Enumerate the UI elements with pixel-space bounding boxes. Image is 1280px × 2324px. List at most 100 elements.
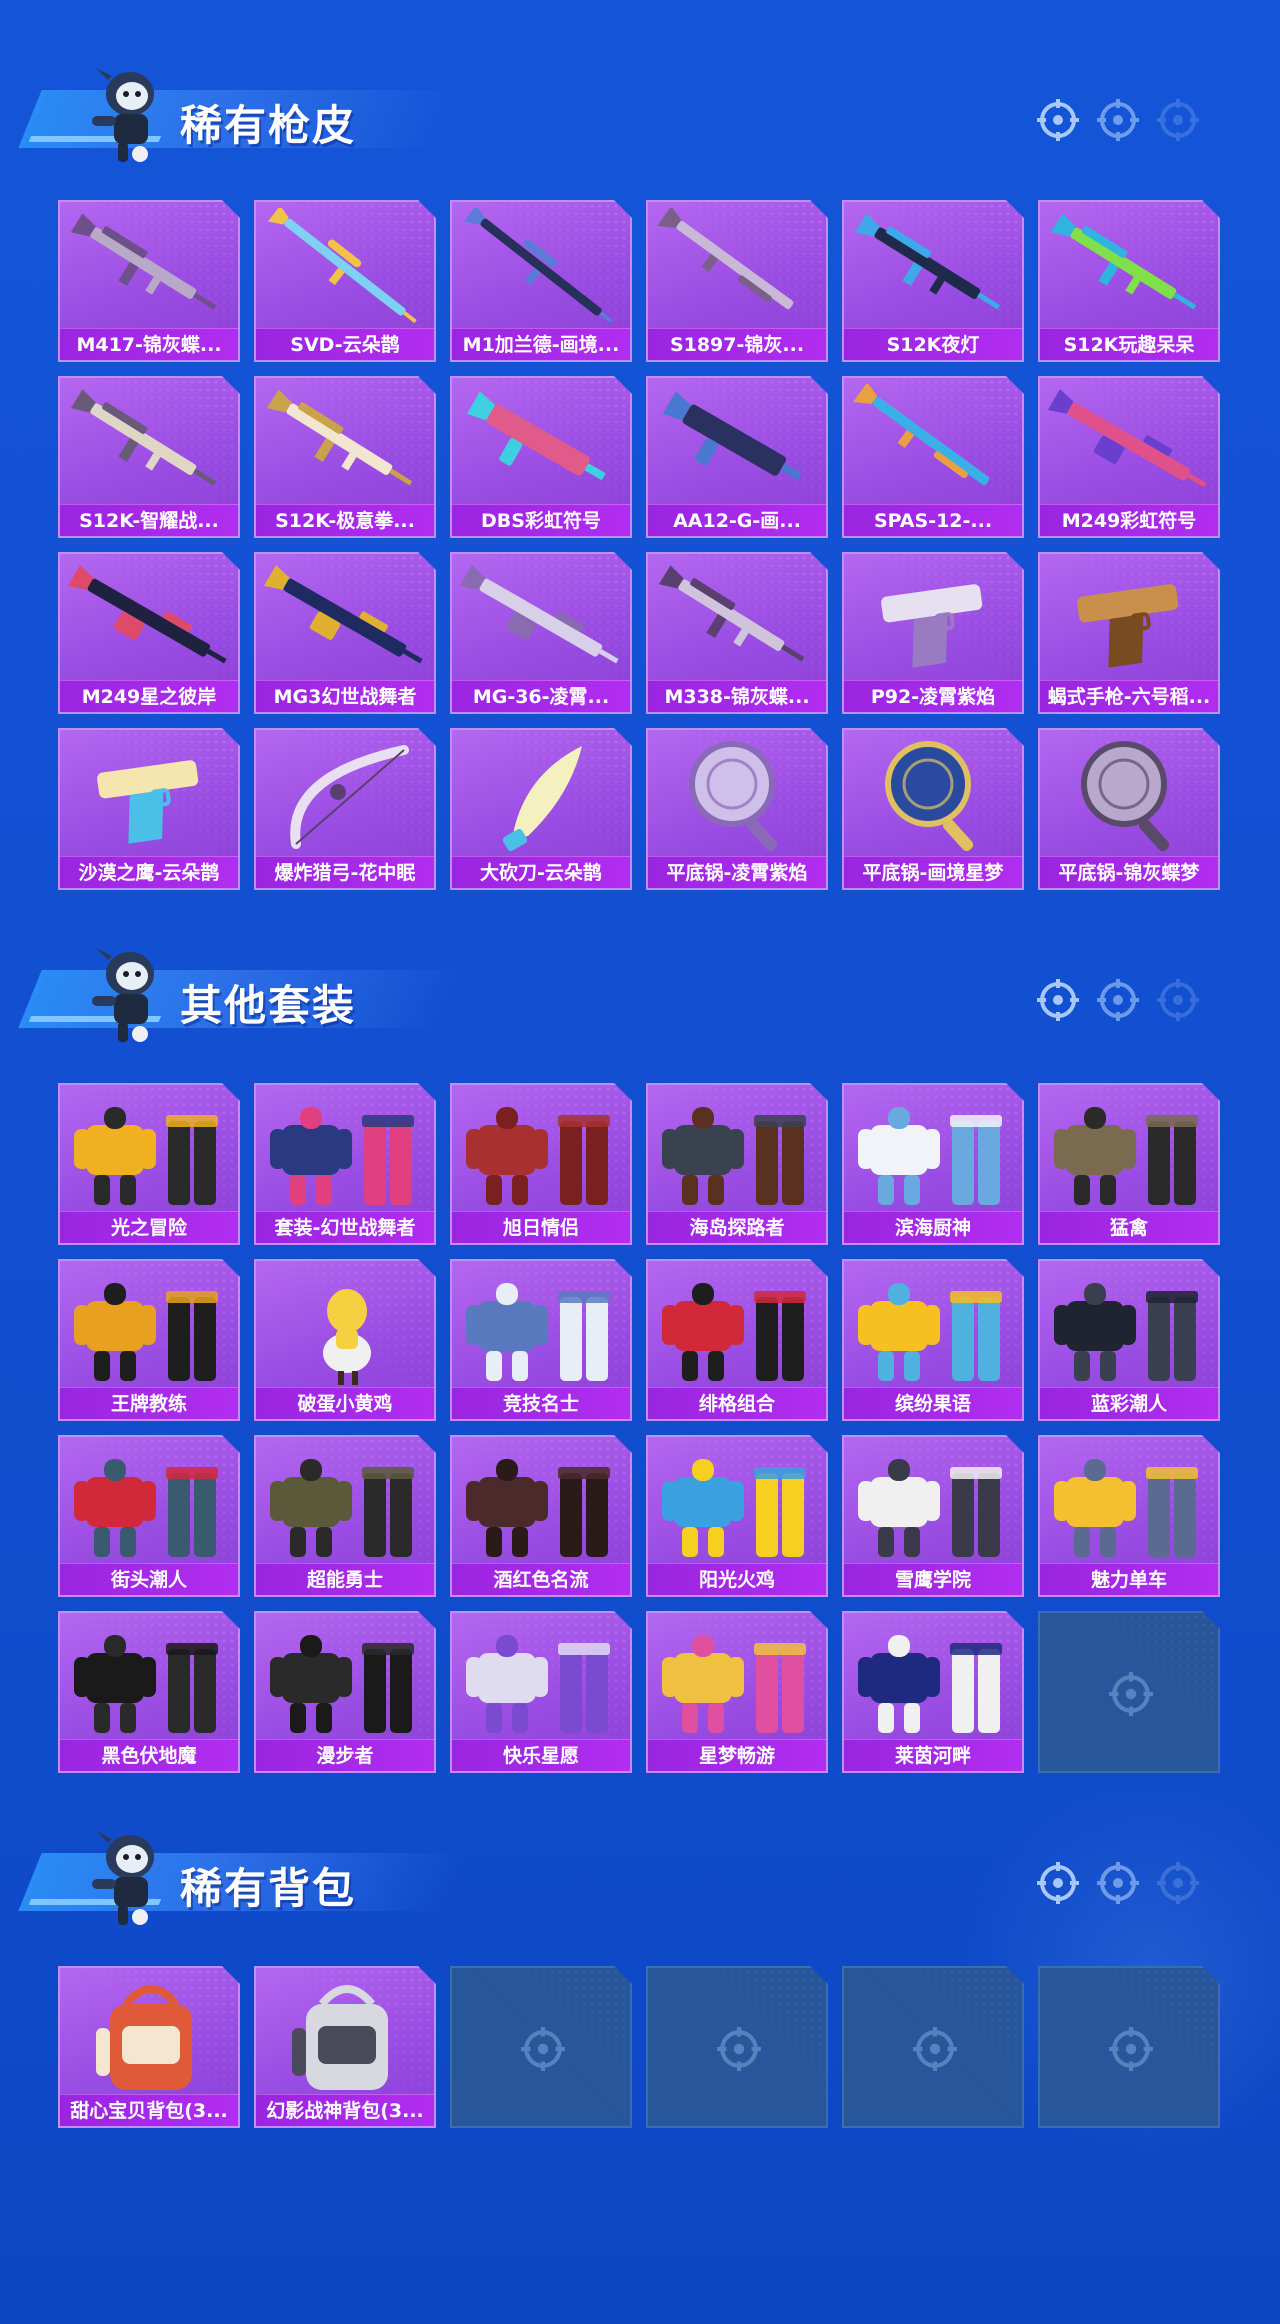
item-rifle-image [256, 384, 436, 502]
item-label: 平底锅-凌霄紫焰 [648, 856, 826, 888]
item-label: 快乐星愿 [452, 1739, 630, 1771]
item-outfit-image [648, 1443, 828, 1561]
item-card[interactable]: 破蛋小黄鸡 [254, 1259, 436, 1421]
item-outfit-image [452, 1091, 632, 1209]
item-shotgun-image [844, 384, 1024, 502]
item-pan-image [844, 736, 1024, 854]
item-label: 漫步者 [256, 1739, 434, 1771]
item-label: 阳光火鸡 [648, 1563, 826, 1595]
item-card[interactable]: M249星之彼岸 [58, 552, 240, 714]
item-card[interactable]: S1897-锦灰... [646, 200, 828, 362]
item-label: AA12-G-画... [648, 504, 826, 536]
item-label: 幻影战神背包(3... [256, 2094, 434, 2126]
item-card[interactable]: 幻影战神背包(3... [254, 1966, 436, 2128]
item-card[interactable]: 黑色伏地魔 [58, 1611, 240, 1773]
item-rifle-image [60, 208, 240, 326]
empty-slot [842, 1966, 1024, 2128]
item-card[interactable]: 套装-幻世战舞者 [254, 1083, 436, 1245]
empty-slot [1038, 1966, 1220, 2128]
item-outfit-image [648, 1619, 828, 1737]
item-label: S1897-锦灰... [648, 328, 826, 360]
item-label: 沙漠之鹰-云朵鹊 [60, 856, 238, 888]
item-card[interactable]: M338-锦灰蝶... [646, 552, 828, 714]
item-card[interactable]: 超能勇士 [254, 1435, 436, 1597]
section-title: 稀有背包 [180, 1864, 357, 1913]
item-card[interactable]: M249彩虹符号 [1038, 376, 1220, 538]
item-card[interactable]: MG-36-凌霄... [450, 552, 632, 714]
item-outfit-image [648, 1267, 828, 1385]
item-card[interactable]: SPAS-12-... [842, 376, 1024, 538]
crosshair-icon [1096, 98, 1140, 142]
item-card[interactable]: 阳光火鸡 [646, 1435, 828, 1597]
item-label: SVD-云朵鹊 [256, 328, 434, 360]
item-card[interactable]: M417-锦灰蝶... [58, 200, 240, 362]
item-card[interactable]: AA12-G-画... [646, 376, 828, 538]
section-header: 其他套装 [18, 940, 1230, 1060]
item-card[interactable]: 莱茵河畔 [842, 1611, 1024, 1773]
item-card[interactable]: 街头潮人 [58, 1435, 240, 1597]
item-card[interactable]: 滨海厨神 [842, 1083, 1024, 1245]
empty-slot [450, 1966, 632, 2128]
item-pistol-image [1040, 560, 1220, 678]
item-card[interactable]: 大砍刀-云朵鹊 [450, 728, 632, 890]
item-card[interactable]: 甜心宝贝背包(3... [58, 1966, 240, 2128]
item-label: 竞技名士 [452, 1387, 630, 1419]
item-card[interactable]: S12K-极意拳... [254, 376, 436, 538]
item-card[interactable]: 快乐星愿 [450, 1611, 632, 1773]
item-card[interactable]: P92-凌霄紫焰 [842, 552, 1024, 714]
item-label: DBS彩虹符号 [452, 504, 630, 536]
item-label: 超能勇士 [256, 1563, 434, 1595]
item-card[interactable]: 平底锅-画境星梦 [842, 728, 1024, 890]
item-label: 王牌教练 [60, 1387, 238, 1419]
item-outfit-image [844, 1091, 1024, 1209]
item-card[interactable]: 光之冒险 [58, 1083, 240, 1245]
item-card[interactable]: 旭日情侣 [450, 1083, 632, 1245]
item-card[interactable]: 竞技名士 [450, 1259, 632, 1421]
item-card[interactable]: S12K玩趣呆呆 [1038, 200, 1220, 362]
item-label: 猛禽 [1040, 1211, 1218, 1243]
item-lmg-image [452, 560, 632, 678]
item-card[interactable]: 蓝彩潮人 [1038, 1259, 1220, 1421]
item-card[interactable]: 绯格组合 [646, 1259, 828, 1421]
item-label: S12K玩趣呆呆 [1040, 328, 1218, 360]
item-card[interactable]: 魅力单车 [1038, 1435, 1220, 1597]
item-card[interactable]: 缤纷果语 [842, 1259, 1024, 1421]
item-card[interactable]: 沙漠之鹰-云朵鹊 [58, 728, 240, 890]
item-card[interactable]: 漫步者 [254, 1611, 436, 1773]
item-label: 魅力单车 [1040, 1563, 1218, 1595]
item-outfit-image [256, 1091, 436, 1209]
empty-slot [1038, 1611, 1220, 1773]
item-card[interactable]: 海岛探路者 [646, 1083, 828, 1245]
item-label: M249星之彼岸 [60, 680, 238, 712]
crosshair-icon [1036, 98, 1080, 142]
section-header: 稀有枪皮 [18, 60, 1230, 180]
item-card[interactable]: 酒红色名流 [450, 1435, 632, 1597]
item-card[interactable]: 蝎式手枪-六号稻... [1038, 552, 1220, 714]
item-label: 绯格组合 [648, 1387, 826, 1419]
item-card[interactable]: 平底锅-锦灰蝶梦 [1038, 728, 1220, 890]
item-sniper-image [452, 208, 632, 326]
item-label: 莱茵河畔 [844, 1739, 1022, 1771]
item-label: 蓝彩潮人 [1040, 1387, 1218, 1419]
item-card[interactable]: 星梦畅游 [646, 1611, 828, 1773]
item-lmg-image [1040, 384, 1220, 502]
item-shotgun2-image [452, 384, 632, 502]
item-card[interactable]: S12K夜灯 [842, 200, 1024, 362]
section-header: 稀有背包 [18, 1823, 1230, 1943]
item-card[interactable]: 平底锅-凌霄紫焰 [646, 728, 828, 890]
item-bag-image [256, 1974, 436, 2092]
item-card[interactable]: 王牌教练 [58, 1259, 240, 1421]
item-card[interactable]: DBS彩虹符号 [450, 376, 632, 538]
item-outfit-image [60, 1619, 240, 1737]
item-card[interactable]: 雪鹰学院 [842, 1435, 1024, 1597]
item-card[interactable]: S12K-智耀战... [58, 376, 240, 538]
item-rifle-image [844, 208, 1024, 326]
item-label: M249彩虹符号 [1040, 504, 1218, 536]
item-card[interactable]: M1加兰德-画境... [450, 200, 632, 362]
item-card[interactable]: MG3幻世战舞者 [254, 552, 436, 714]
item-label: P92-凌霄紫焰 [844, 680, 1022, 712]
item-card[interactable]: SVD-云朵鹊 [254, 200, 436, 362]
item-card[interactable]: 猛禽 [1038, 1083, 1220, 1245]
item-rifle-image [648, 560, 828, 678]
item-card[interactable]: 爆炸猎弓-花中眠 [254, 728, 436, 890]
